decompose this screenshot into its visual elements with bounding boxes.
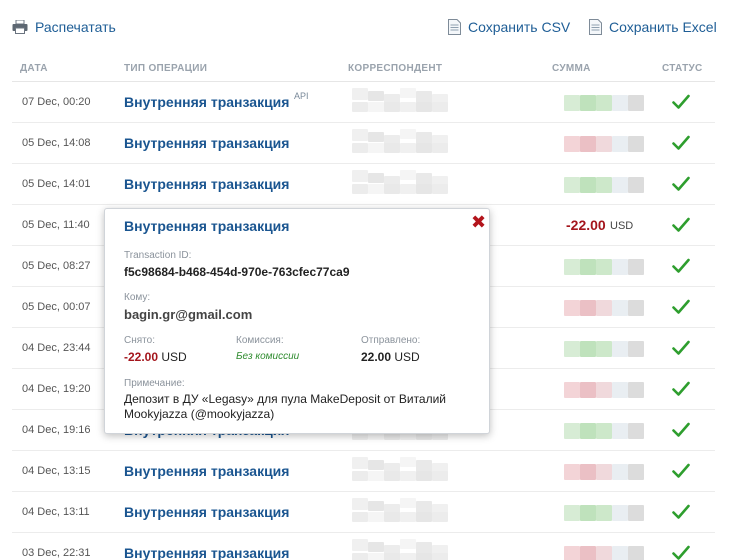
- debited-amount: -22.00 USD: [124, 350, 187, 364]
- status-check-icon: [672, 545, 690, 560]
- debited-value: -22.00: [124, 350, 159, 364]
- status-check-icon: [672, 299, 690, 314]
- row-date: 05 Dec, 00:07: [22, 301, 91, 313]
- fee-value: Без комиссии: [236, 351, 300, 362]
- column-header-date[interactable]: ДАТА: [20, 63, 48, 74]
- fee-label: Комиссия:: [236, 335, 284, 346]
- row-sum-redacted: [564, 464, 644, 480]
- row-operation-type-link[interactable]: Внутренняя транзакция: [124, 94, 289, 110]
- row-sum-redacted: [564, 136, 644, 152]
- sent-value: 22.00: [361, 350, 392, 364]
- recipient-label: Кому:: [124, 292, 151, 303]
- note-label: Примечание:: [124, 378, 185, 389]
- save-excel-button[interactable]: Сохранить Excel: [589, 19, 717, 35]
- row-operation-type-link[interactable]: Внутренняя транзакция: [124, 463, 289, 479]
- status-check-icon: [672, 422, 690, 437]
- row-date: 05 Dec, 14:01: [22, 178, 91, 190]
- row-date: 05 Dec, 14:08: [22, 137, 91, 149]
- row-date: 04 Dec, 13:11: [22, 506, 90, 518]
- printer-icon: [12, 20, 28, 34]
- status-check-icon: [672, 463, 690, 478]
- transaction-details-popup: Внутренняя транзакция ✖ Transaction ID: …: [104, 208, 490, 434]
- status-check-icon: [672, 258, 690, 273]
- debited-label: Снято:: [124, 335, 155, 346]
- column-header-sum[interactable]: СУММА: [552, 63, 591, 74]
- row-date: 03 Dec, 22:31: [22, 547, 91, 559]
- row-sum-value: -22.00: [566, 217, 606, 233]
- print-label: Распечатать: [35, 19, 116, 35]
- status-check-icon: [672, 504, 690, 519]
- row-operation-type-link[interactable]: Внутренняя транзакция: [124, 545, 289, 560]
- status-check-icon: [672, 176, 690, 191]
- row-date: 05 Dec, 08:27: [22, 260, 91, 272]
- document-icon: [589, 19, 602, 35]
- note-value: Депозит в ДУ «Legasy» для пула MakeDepos…: [124, 392, 447, 421]
- print-button[interactable]: Распечатать: [12, 19, 116, 35]
- transaction-id-label: Transaction ID:: [124, 250, 192, 261]
- row-date: 07 Dec, 00:20: [22, 96, 91, 108]
- row-sum-redacted: [564, 177, 644, 193]
- row-operation-type-link[interactable]: Внутренняя транзакция: [124, 504, 289, 520]
- row-correspondent-redacted: [352, 88, 448, 116]
- save-excel-label: Сохранить Excel: [609, 19, 717, 35]
- popup-title: Внутренняя транзакция: [124, 218, 290, 234]
- sent-label: Отправлено:: [361, 335, 421, 346]
- sent-amount: 22.00 USD: [361, 350, 420, 364]
- row-date: 05 Dec, 11:40: [22, 219, 90, 231]
- row-correspondent-redacted: [352, 498, 448, 526]
- row-sum-redacted: [564, 546, 644, 560]
- table-row[interactable]: 07 Dec, 00:20 Внутренняя транзакция API: [12, 82, 715, 123]
- column-header-correspondent[interactable]: КОРРЕСПОНДЕНТ: [348, 63, 442, 74]
- row-sum-redacted: [564, 341, 644, 357]
- table-row[interactable]: 04 Dec, 13:11 Внутренняя транзакция: [12, 492, 715, 533]
- row-date: 04 Dec, 13:15: [22, 465, 91, 477]
- table-row[interactable]: 03 Dec, 22:31 Внутренняя транзакция: [12, 533, 715, 560]
- save-csv-button[interactable]: Сохранить CSV: [448, 19, 570, 35]
- row-date: 04 Dec, 19:16: [22, 424, 91, 436]
- toolbar: Распечатать Сохранить CSV Сохранить Exce…: [0, 0, 735, 56]
- status-check-icon: [672, 340, 690, 355]
- status-check-icon: [672, 94, 690, 109]
- row-correspondent-redacted: [352, 170, 448, 198]
- column-header-type[interactable]: ТИП ОПЕРАЦИИ: [124, 63, 207, 74]
- debited-currency: USD: [161, 350, 187, 364]
- row-sum-redacted: [564, 505, 644, 521]
- row-sum-redacted: [564, 259, 644, 275]
- row-operation-type-link[interactable]: Внутренняя транзакция: [124, 176, 289, 192]
- status-check-icon: [672, 217, 690, 232]
- table-row[interactable]: 05 Dec, 14:08 Внутренняя транзакция: [12, 123, 715, 164]
- sent-currency: USD: [394, 350, 420, 364]
- recipient-value: bagin.gr@gmail.com: [124, 307, 253, 322]
- table-header: ДАТА ТИП ОПЕРАЦИИ КОРРЕСПОНДЕНТ СУММА СТ…: [12, 56, 715, 82]
- row-correspondent-redacted: [352, 129, 448, 157]
- row-sum-redacted: [564, 300, 644, 316]
- column-header-status[interactable]: СТАТУС: [662, 63, 703, 74]
- row-sum-redacted: [564, 382, 644, 398]
- row-sum-redacted: [564, 423, 644, 439]
- row-correspondent-redacted: [352, 457, 448, 485]
- row-sum-currency: USD: [610, 220, 634, 232]
- row-operation-type-link[interactable]: Внутренняя транзакция: [124, 135, 289, 151]
- api-badge: API: [294, 91, 309, 101]
- status-check-icon: [672, 135, 690, 150]
- table-row[interactable]: 04 Dec, 13:15 Внутренняя транзакция: [12, 451, 715, 492]
- save-csv-label: Сохранить CSV: [468, 19, 571, 35]
- transaction-id-value: f5c98684-b468-454d-970e-763cfec77ca9: [124, 265, 350, 279]
- table-row[interactable]: 05 Dec, 14:01 Внутренняя транзакция: [12, 164, 715, 205]
- document-icon: [448, 19, 461, 35]
- row-correspondent-redacted: [352, 539, 448, 560]
- row-sum-redacted: [564, 95, 644, 111]
- row-date: 04 Dec, 19:20: [22, 383, 91, 395]
- close-icon[interactable]: ✖: [471, 213, 486, 231]
- row-date: 04 Dec, 23:44: [22, 342, 91, 354]
- status-check-icon: [672, 381, 690, 396]
